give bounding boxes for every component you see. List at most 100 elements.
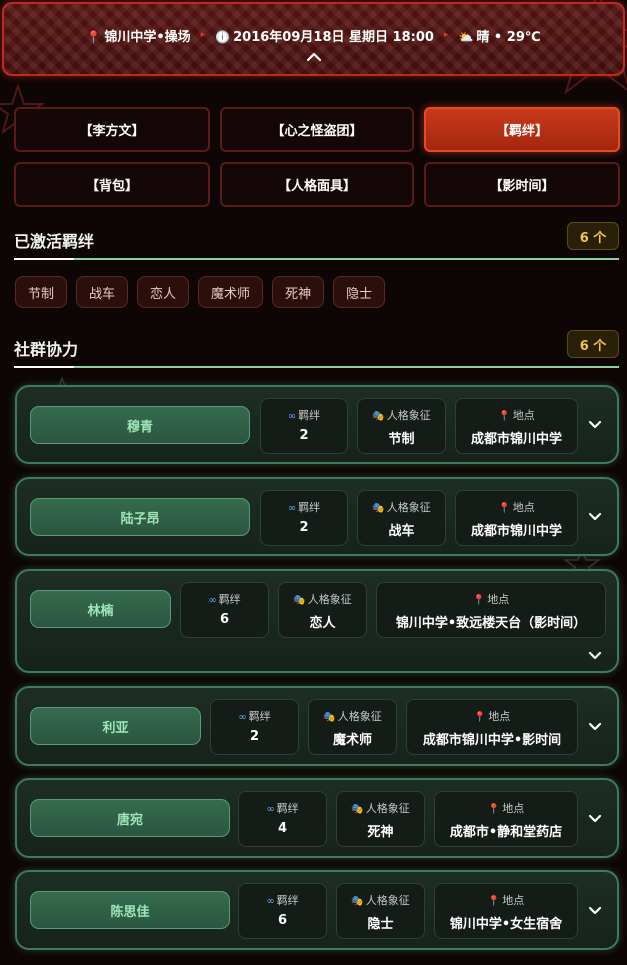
- character-name[interactable]: 唐宛: [30, 799, 230, 837]
- place-stat: 📍 地点 成都市锦川中学•影时间: [406, 699, 578, 755]
- tab-persona[interactable]: 【人格面具】: [220, 162, 414, 207]
- stat-label: 人格象征: [365, 802, 410, 815]
- arcana-stat: 🎭 人格象征 魔术师: [308, 699, 397, 755]
- tab-shadow-hour[interactable]: 【影时间】: [424, 162, 620, 207]
- stat-label: 地点: [502, 894, 525, 907]
- arcana-value: 节制: [388, 432, 415, 447]
- infinity-icon: ∞: [287, 503, 297, 514]
- location-pin-icon: 📍: [86, 29, 102, 44]
- stat-label: 羁绊: [248, 710, 271, 723]
- arcana-chip[interactable]: 战车: [76, 276, 129, 308]
- tab-bonds[interactable]: 【羁绊】: [424, 107, 620, 152]
- bond-stat: ∞ 羁绊 2: [210, 699, 299, 755]
- bond-value: 6: [219, 612, 230, 627]
- character-name[interactable]: 林楠: [30, 590, 171, 628]
- datetime-group: 🕕 2016年09月18日 星期日 18:00: [215, 26, 434, 45]
- arcana-chip[interactable]: 节制: [15, 276, 68, 308]
- character-name[interactable]: 穆青: [30, 406, 250, 444]
- stat-label: 地点: [488, 710, 511, 723]
- weather-group: ⛅ 晴 • 29℃: [458, 26, 540, 45]
- place-stat: 📍 地点 成都市锦川中学: [455, 398, 578, 454]
- place-stat: 📍 地点 成都市锦川中学: [455, 490, 578, 546]
- bond-value: 2: [249, 729, 260, 744]
- separator-icon: ▸: [443, 30, 449, 40]
- location-pin-icon: 📍: [498, 411, 511, 422]
- infinity-icon: ∞: [266, 804, 275, 815]
- bond-stat: ∞ 羁绊 2: [260, 490, 348, 546]
- chevron-down-icon: [588, 420, 602, 429]
- bond-value: 4: [277, 821, 288, 836]
- stat-label: 羁绊: [218, 593, 241, 606]
- section-title: 社群协力: [14, 340, 79, 359]
- bond-value: 6: [277, 913, 288, 928]
- arcana-chip[interactable]: 恋人: [137, 276, 190, 308]
- infinity-icon: ∞: [238, 712, 247, 723]
- social-card[interactable]: 利亚 ∞ 羁绊 2 🎭 人格象征 魔术师 📍 地点 成都市锦川中学•影时间: [15, 686, 619, 766]
- arcana-stat: 🎭 人格象征 死神: [336, 791, 425, 847]
- arcana-stat: 🎭 人格象征 恋人: [278, 582, 367, 638]
- arcana-value: 魔术师: [332, 733, 372, 748]
- chevron-down-icon: [588, 512, 602, 521]
- mask-icon: 🎭: [351, 896, 364, 907]
- tab-li-fangwen[interactable]: 【李方文】: [14, 107, 210, 152]
- location-pin-icon: 📍: [472, 595, 486, 606]
- expand-button[interactable]: [588, 651, 602, 660]
- arcana-value: 战车: [388, 524, 415, 539]
- bond-value: 2: [299, 428, 309, 443]
- character-name[interactable]: 利亚: [30, 707, 201, 745]
- arcana-chip[interactable]: 魔术师: [198, 276, 264, 308]
- stat-label: 羁绊: [276, 894, 299, 907]
- stat-label: 人格象征: [386, 409, 431, 422]
- expand-button[interactable]: [588, 420, 602, 429]
- location-group: 📍 锦川中学•操场: [86, 26, 190, 45]
- arcana-value: 隐士: [367, 917, 394, 932]
- social-card[interactable]: 林楠 ∞ 羁绊 6 🎭 人格象征 恋人 📍 地点 锦川中学•致远楼天台（影时间）: [15, 569, 619, 673]
- chevron-down-icon: [588, 814, 602, 823]
- count-badge: 6 个: [567, 222, 619, 250]
- social-card[interactable]: 陈思佳 ∞ 羁绊 6 🎭 人格象征 隐士 📍 地点 锦川中学•女生宿舍: [15, 870, 619, 950]
- count-badge: 6 个: [567, 330, 619, 358]
- clock-icon: 🕕: [215, 29, 231, 44]
- mask-icon: 🎭: [323, 712, 336, 723]
- place-value: 成都市•静和堂药店: [449, 825, 563, 840]
- bond-stat: ∞ 羁绊 6: [180, 582, 269, 638]
- arcana-stat: 🎭 人格象征 隐士: [336, 883, 425, 939]
- stat-label: 羁绊: [298, 501, 321, 514]
- place-value: 成都市锦川中学•影时间: [422, 733, 562, 748]
- section-divider: [14, 366, 619, 368]
- tab-backpack[interactable]: 【背包】: [14, 162, 210, 207]
- place-value: 锦川中学•致远楼天台（影时间）: [395, 616, 587, 631]
- stat-label: 人格象征: [365, 894, 410, 907]
- mask-icon: 🎭: [372, 411, 385, 422]
- arcana-chip[interactable]: 隐士: [333, 276, 386, 308]
- social-card[interactable]: 穆青 ∞ 羁绊 2 🎭 人格象征 节制 📍 地点 成都市锦川中学: [15, 385, 619, 464]
- stat-label: 人格象征: [307, 593, 352, 606]
- chevron-down-icon: [588, 906, 602, 915]
- place-value: 成都市锦川中学: [470, 432, 562, 447]
- mask-icon: 🎭: [293, 595, 306, 606]
- location-pin-icon: 📍: [487, 896, 501, 907]
- place-value: 锦川中学•女生宿舍: [449, 917, 563, 932]
- bond-stat: ∞ 羁绊 4: [238, 791, 327, 847]
- status-row: 📍 锦川中学•操场 ▸ 🕕 2016年09月18日 星期日 18:00 ▸ ⛅ 晴 •…: [4, 24, 623, 46]
- character-name[interactable]: 陈思佳: [30, 891, 230, 929]
- location-pin-icon: 📍: [473, 712, 487, 723]
- character-name[interactable]: 陆子昂: [30, 498, 250, 536]
- stat-label: 人格象征: [337, 710, 382, 723]
- main-tabs: 【李方文】 【心之怪盗团】 【羁绊】 【背包】 【人格面具】 【影时间】: [14, 107, 620, 207]
- social-card[interactable]: 唐宛 ∞ 羁绊 4 🎭 人格象征 死神 📍 地点 成都市•静和堂药店: [15, 778, 619, 858]
- arcana-chip[interactable]: 死神: [272, 276, 325, 308]
- expand-button[interactable]: [588, 814, 602, 823]
- expand-button[interactable]: [588, 906, 602, 915]
- expand-button[interactable]: [588, 722, 602, 731]
- section-title: 已激活羁绊: [14, 232, 95, 251]
- place-stat: 📍 地点 锦川中学•致远楼天台（影时间）: [376, 582, 606, 638]
- social-card[interactable]: 陆子昂 ∞ 羁绊 2 🎭 人格象征 战车 📍 地点 成都市锦川中学: [15, 477, 619, 556]
- chevron-down-icon: [588, 651, 602, 660]
- infinity-icon: ∞: [208, 595, 217, 606]
- collapse-header-button[interactable]: [4, 50, 623, 66]
- sun-cloud-icon: ⛅: [458, 29, 474, 44]
- tab-phantom-thieves[interactable]: 【心之怪盗团】: [220, 107, 414, 152]
- expand-button[interactable]: [588, 512, 602, 521]
- place-stat: 📍 地点 成都市•静和堂药店: [434, 791, 578, 847]
